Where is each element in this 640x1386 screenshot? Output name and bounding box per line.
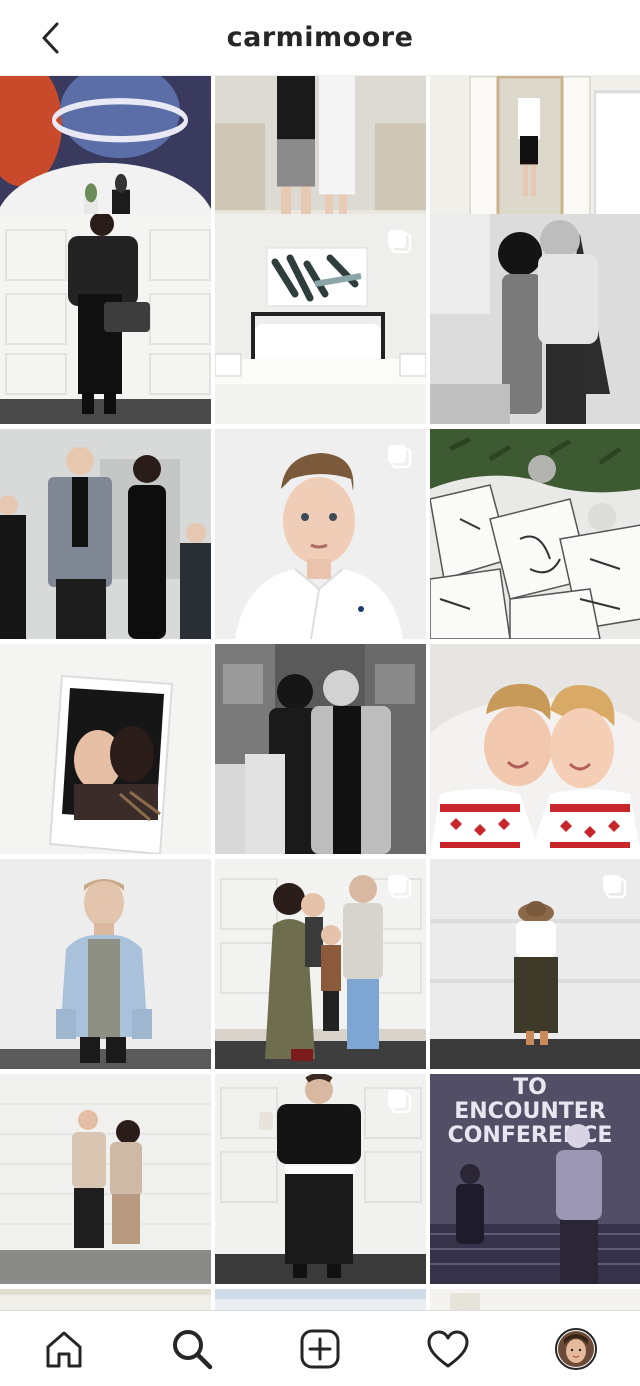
post-image [430,429,640,639]
grid-post[interactable] [0,214,211,424]
grid-post[interactable] [215,1074,426,1284]
grid-post[interactable] [430,429,640,639]
multi-photo-icon [388,230,412,254]
post-image [215,644,426,854]
grid-post[interactable] [430,644,640,854]
post-image [0,859,211,1069]
nav-search-button[interactable] [160,1317,224,1381]
post-image [430,214,640,424]
post-image [0,644,211,854]
activity-heart-icon [427,1330,469,1367]
post-image [0,214,211,424]
post-image [215,1289,426,1310]
post-image [430,644,640,854]
post-image: TO ENCOUNTER CONFERENCE [430,1074,640,1284]
post-image [0,1289,211,1310]
search-icon [173,1329,213,1369]
nav-profile-button[interactable] [544,1317,608,1381]
post-image [0,1074,211,1284]
nav-home-button[interactable] [32,1317,96,1381]
top-bar: carmimoore [0,0,640,76]
grid-post[interactable] [0,644,211,854]
avatar-image [558,1330,594,1367]
bottom-nav [0,1310,640,1386]
nav-add-post-button[interactable] [288,1317,352,1381]
conference-text-line-2: ENCOUNTER [454,1099,606,1124]
multi-photo-icon [388,445,412,469]
post-image [430,1289,640,1310]
grid-post[interactable] [0,1074,211,1284]
home-icon [46,1331,82,1367]
add-post-icon [300,1329,340,1368]
grid-post[interactable]: TO ENCOUNTER CONFERENCE [430,1074,640,1284]
grid-post[interactable] [215,214,426,424]
nav-activity-button[interactable] [416,1317,480,1381]
photo-grid: TO ENCOUNTER CONFERENCE [0,76,640,1310]
grid-post[interactable] [430,1289,640,1310]
grid-post[interactable] [0,1289,211,1310]
profile-avatar [555,1327,597,1370]
conference-text-line-1: TO [513,1075,547,1100]
grid-post[interactable] [215,1289,426,1310]
multi-photo-icon [388,1090,412,1114]
grid-post[interactable] [215,429,426,639]
grid-post[interactable] [0,859,211,1069]
grid-post[interactable] [215,644,426,854]
chevron-left-icon [42,22,59,54]
multi-photo-icon [603,875,627,899]
grid-post[interactable] [215,859,426,1069]
grid-post[interactable] [430,859,640,1069]
grid-post[interactable] [430,214,640,424]
multi-photo-icon [388,875,412,899]
back-button[interactable] [30,18,70,58]
post-image [0,429,211,639]
grid-post[interactable] [0,429,211,639]
page-title: carmimoore [226,22,414,53]
